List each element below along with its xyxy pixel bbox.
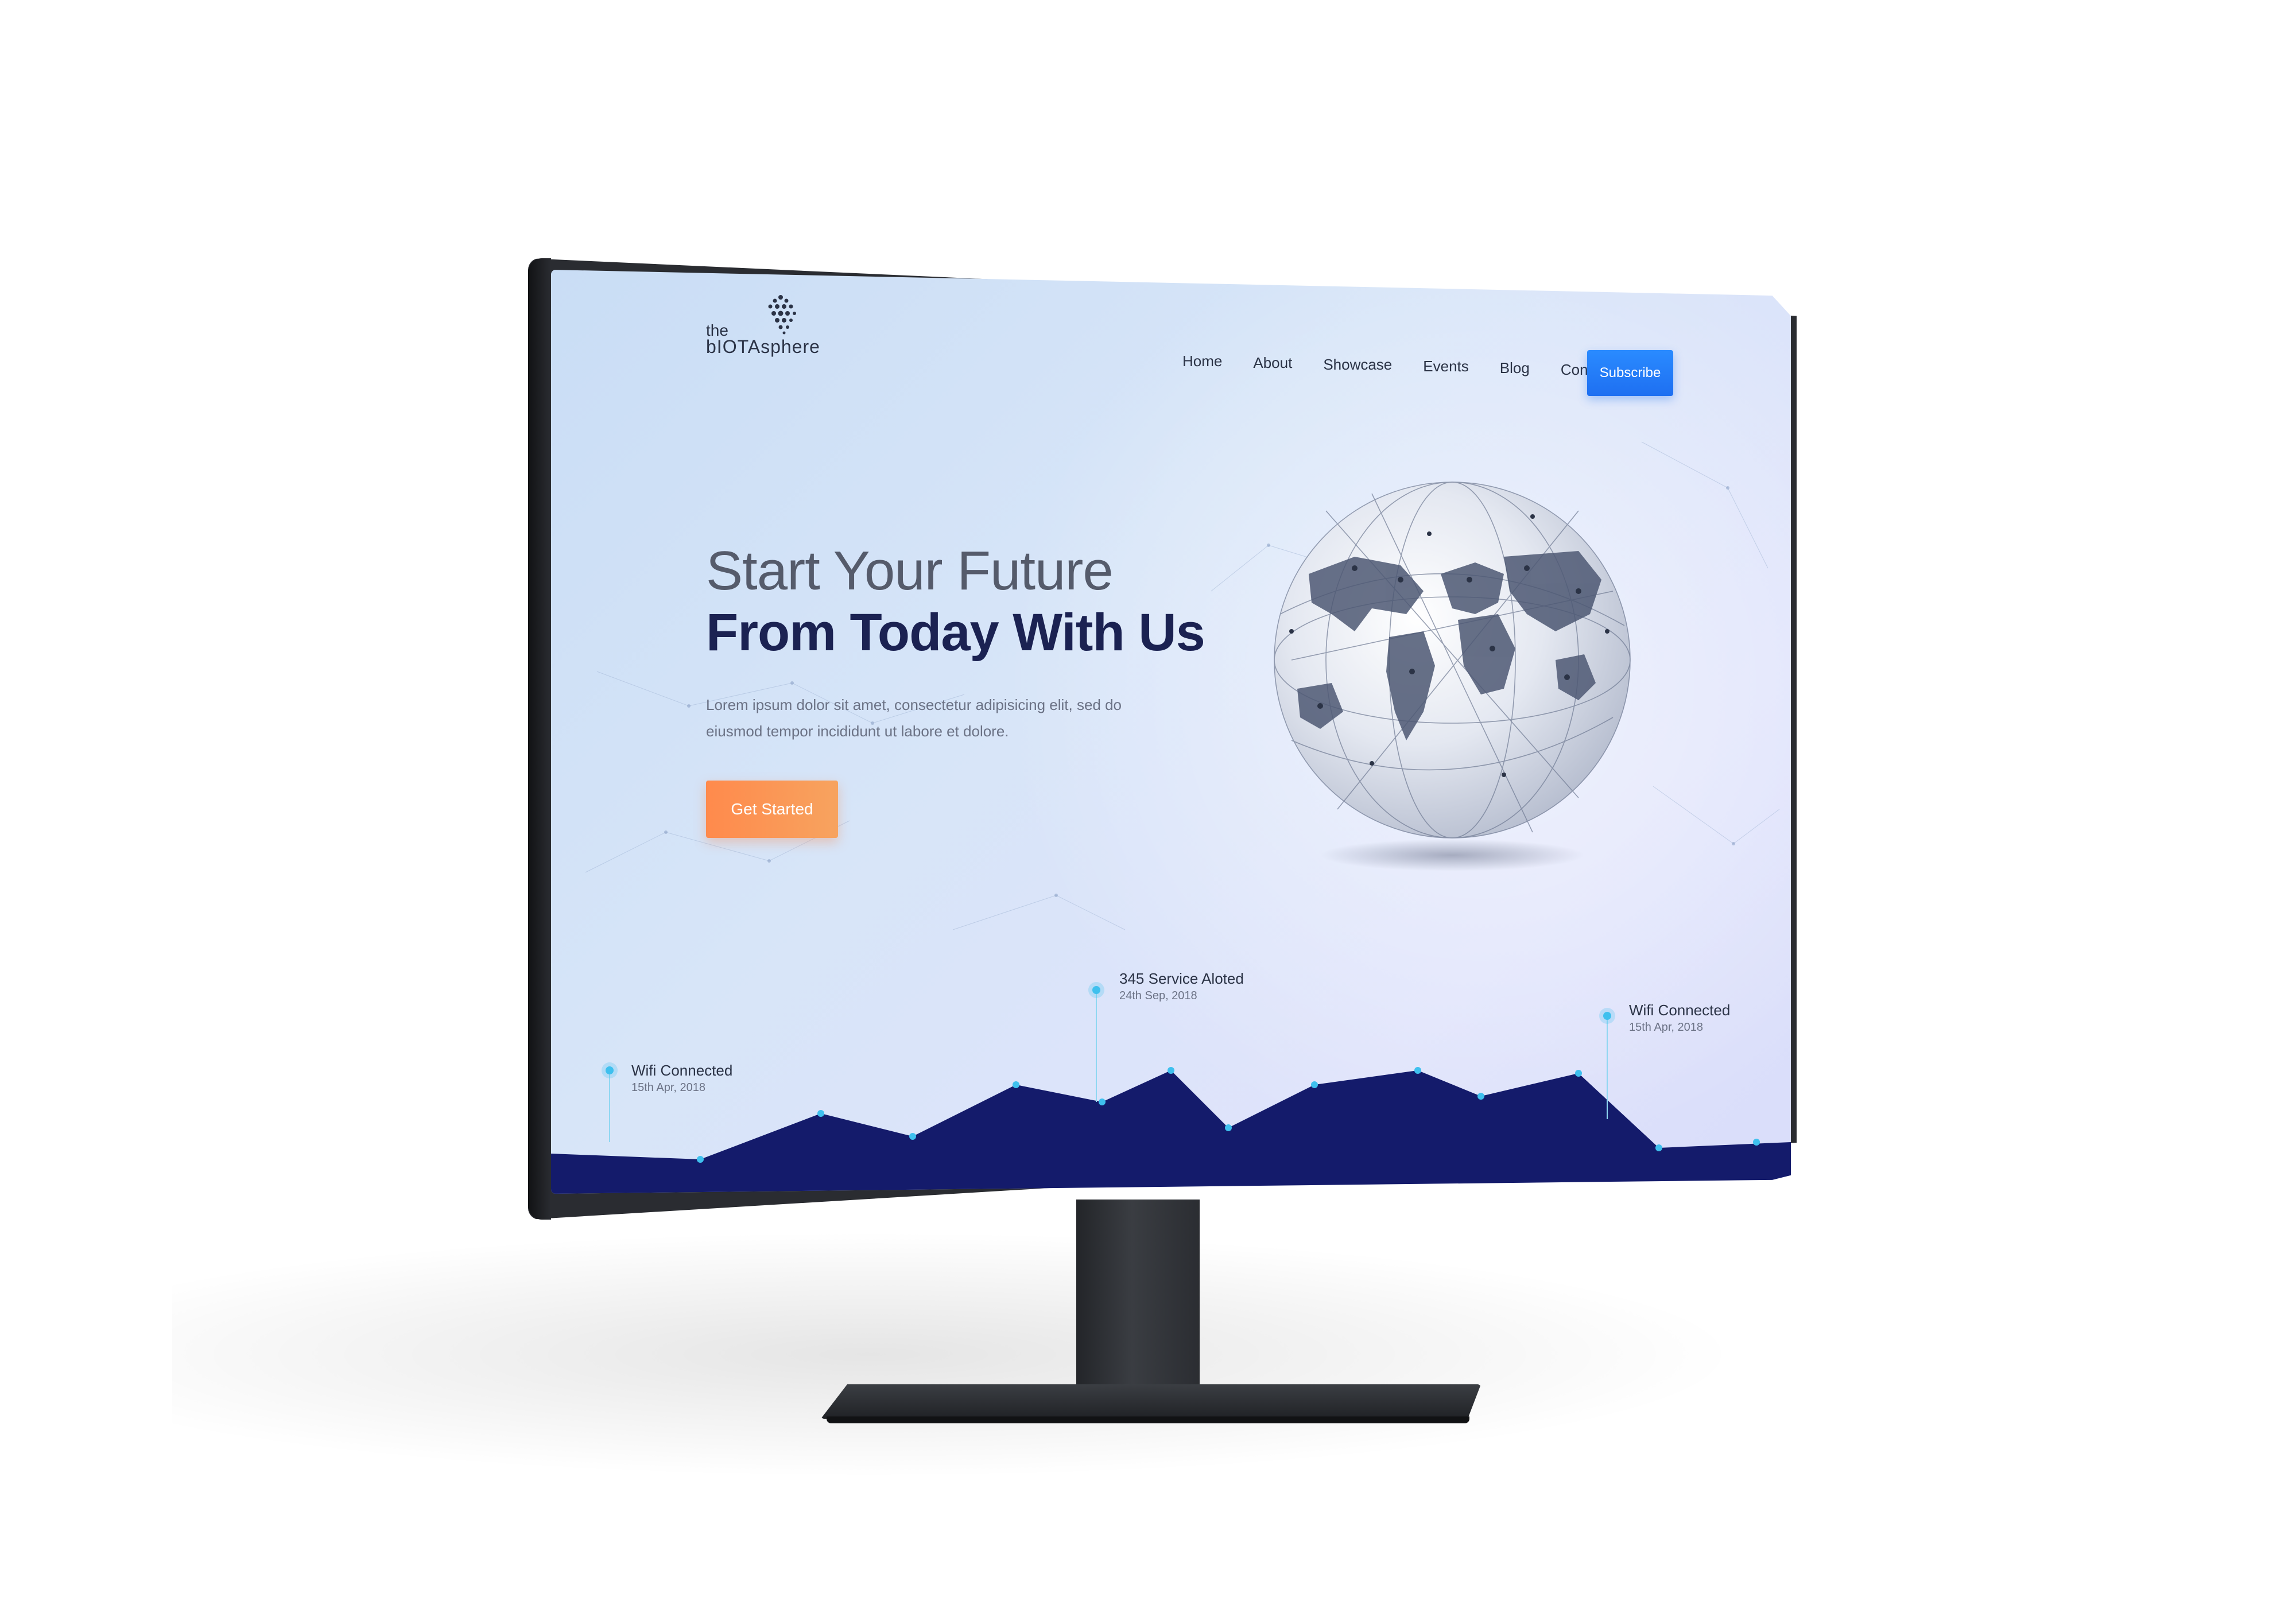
chart-area xyxy=(551,1070,1791,1194)
activity-area-chart xyxy=(551,982,1791,1194)
event-date-1: 15th Apr, 2018 xyxy=(631,1081,706,1094)
floor-shadow xyxy=(172,1234,1722,1475)
monitor-stand-base-edge xyxy=(827,1416,1469,1423)
event-marker-1[interactable] xyxy=(602,1062,618,1142)
event-title-2: 345 Service Aloted xyxy=(1119,970,1244,987)
monitor-side-edge xyxy=(528,258,551,1220)
website-screen: the bIOTAsphere Home About Showcase Even… xyxy=(551,270,1791,1194)
monitor-stand-base xyxy=(821,1384,1481,1419)
event-title-1: Wifi Connected xyxy=(631,1062,733,1079)
event-date-2: 24th Sep, 2018 xyxy=(1119,989,1197,1002)
event-marker-2[interactable] xyxy=(1088,982,1104,1102)
event-date-3: 15th Apr, 2018 xyxy=(1629,1021,1704,1034)
event-title-3: Wifi Connected xyxy=(1629,1002,1731,1019)
